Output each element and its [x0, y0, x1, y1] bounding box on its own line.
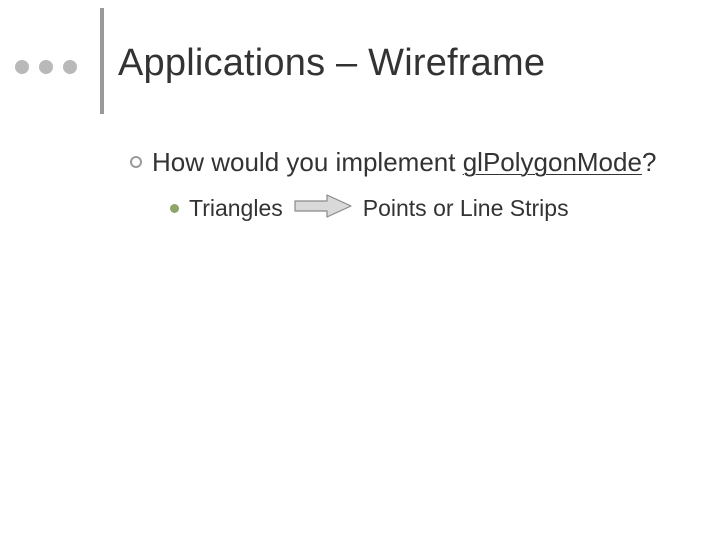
- l1-prefix: How would you implement: [152, 147, 463, 177]
- dot-icon: [15, 60, 29, 74]
- l1-text: How would you implement glPolygonMode?: [152, 146, 656, 179]
- decor-dots: [15, 60, 77, 74]
- slide-content: How would you implement glPolygonMode? T…: [130, 146, 690, 225]
- l1-underlined: glPolygonMode: [463, 147, 642, 177]
- dot-icon: [63, 60, 77, 74]
- l2-right: Points or Line Strips: [363, 195, 569, 222]
- slide-title: Applications – Wireframe: [118, 42, 545, 85]
- solid-bullet-icon: [170, 204, 179, 213]
- arrow-right-icon: [293, 193, 353, 225]
- title-vertical-bar: [100, 8, 104, 114]
- l1-suffix: ?: [642, 147, 656, 177]
- l2-left: Triangles: [189, 195, 283, 222]
- dot-icon: [39, 60, 53, 74]
- slide: Applications – Wireframe How would you i…: [0, 0, 720, 540]
- bullet-level-1: How would you implement glPolygonMode?: [130, 146, 690, 179]
- ring-bullet-icon: [130, 156, 142, 168]
- bullet-level-2: Triangles Points or Line Strips: [170, 193, 690, 225]
